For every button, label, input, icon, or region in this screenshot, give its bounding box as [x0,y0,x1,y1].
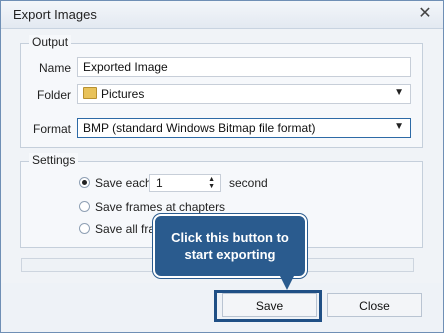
window-title: Export Images [13,7,97,22]
output-group-label: Output [29,35,72,49]
folder-icon [83,87,97,99]
name-input[interactable]: Exported Image [77,57,411,77]
chevron-down-icon[interactable]: ▼ [394,87,404,98]
format-label: Format [32,122,71,136]
callout-line-2: start exporting [184,247,276,262]
name-label: Name [38,61,71,75]
save-each-unit: second [229,176,268,190]
format-select[interactable]: BMP (standard Windows Bitmap file format… [77,118,411,138]
frames-at-chapters-label: Save frames at chapters [95,200,226,214]
settings-group-label: Settings [29,153,79,167]
save-each-value: 1 [156,176,163,190]
save-each-label: Save each [95,176,152,190]
folder-select[interactable]: Pictures ▼ [77,84,411,104]
tooltip-callout: Click this button to start exporting [153,214,307,278]
all-frames-label: Save all fra [95,222,156,236]
format-value: BMP (standard Windows Bitmap file format… [83,121,316,135]
folder-label: Folder [36,88,71,102]
all-frames-radio[interactable] [79,223,90,234]
callout-line-1: Click this button to [171,230,289,245]
title-bar: Export Images ✕ [1,1,443,29]
frames-at-chapters-radio[interactable] [79,201,90,212]
spin-down-icon[interactable]: ▼ [208,183,215,190]
close-button[interactable]: Close [327,293,422,317]
folder-value: Pictures [101,87,145,101]
callout-pointer [279,274,295,290]
spin-up-icon[interactable]: ▲ [208,176,215,183]
save-each-radio[interactable] [79,177,90,188]
export-images-dialog: Export Images ✕ Output Name Exported Ima… [0,0,444,333]
chevron-down-icon[interactable]: ▼ [394,121,404,132]
save-each-stepper[interactable]: 1 ▲ ▼ [149,174,221,192]
close-icon[interactable]: ✕ [417,6,433,22]
save-button-highlight [214,290,322,322]
